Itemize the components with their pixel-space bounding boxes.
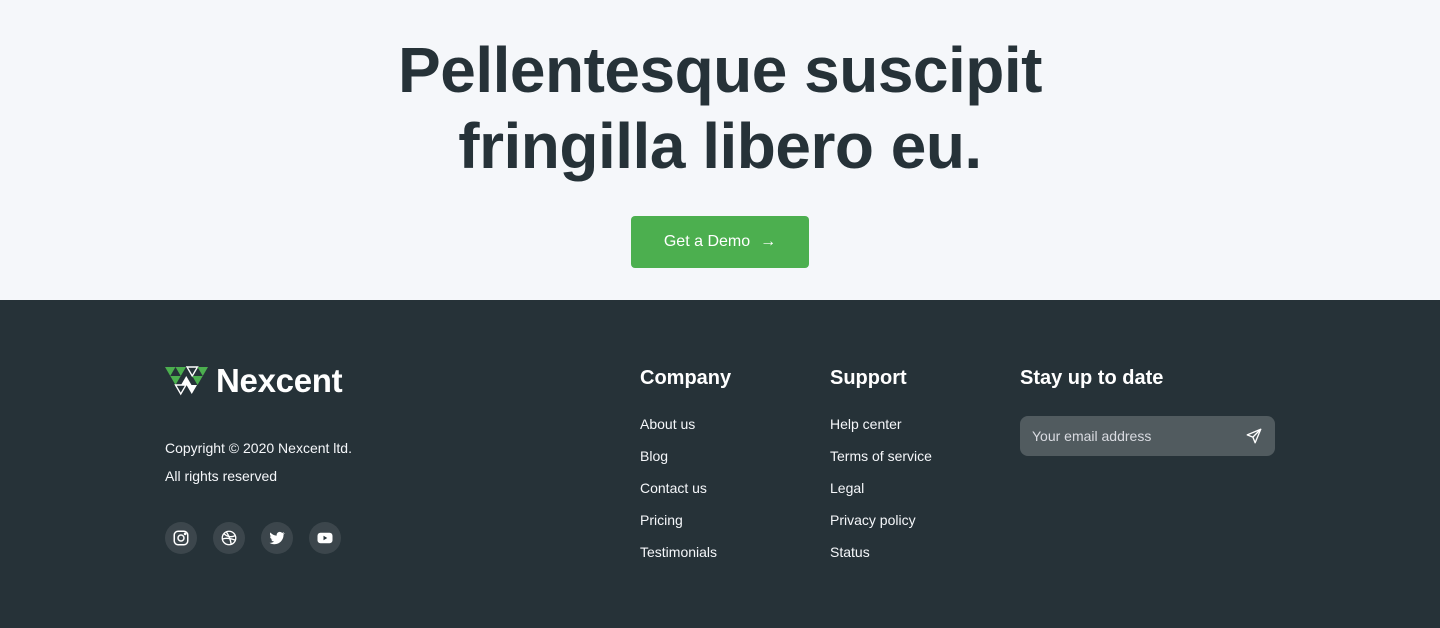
brand-logo[interactable]: Nexcent <box>165 362 343 400</box>
email-input[interactable] <box>1032 428 1222 444</box>
support-heading: Support <box>830 367 907 389</box>
cta-title: Pellentesque suscipit fringilla libero e… <box>0 32 1440 184</box>
cta-section: Pellentesque suscipit fringilla libero e… <box>0 0 1440 300</box>
support-column: Support Help center Terms of service Leg… <box>830 366 932 574</box>
dribbble-icon <box>221 530 237 546</box>
youtube-icon <box>317 532 333 544</box>
brand-name: Nexcent <box>216 362 343 399</box>
dribbble-link[interactable] <box>213 522 245 554</box>
footer-link-about[interactable]: About us <box>640 414 731 434</box>
get-demo-button[interactable]: Get a Demo → <box>631 216 809 268</box>
support-links: Help center Terms of service Legal Priva… <box>830 414 932 562</box>
footer-link-terms[interactable]: Terms of service <box>830 446 932 466</box>
arrow-right-icon: → <box>760 233 777 250</box>
copyright-line: Copyright © 2020 Nexcent ltd. <box>165 440 352 456</box>
send-icon <box>1246 428 1262 444</box>
cta-title-line-1: Pellentesque suscipit <box>398 34 1042 106</box>
send-button[interactable] <box>1245 427 1263 445</box>
footer-link-legal[interactable]: Legal <box>830 478 932 498</box>
social-links <box>165 522 341 554</box>
footer-link-privacy[interactable]: Privacy policy <box>830 510 932 530</box>
newsletter-column: Stay up to date <box>1020 366 1163 414</box>
twitter-icon <box>269 531 286 545</box>
get-demo-label: Get a Demo <box>663 233 751 250</box>
company-links: About us Blog Contact us Pricing Testimo… <box>640 414 731 562</box>
company-column: Company About us Blog Contact us Pricing… <box>640 366 731 574</box>
newsletter-form <box>1020 416 1275 456</box>
instagram-icon <box>173 530 189 546</box>
footer-link-testimonials[interactable]: Testimonials <box>640 542 731 562</box>
rights-line: All rights reserved <box>165 468 278 484</box>
cta-title-line-2: fringilla libero eu. <box>458 110 982 182</box>
footer-link-contact[interactable]: Contact us <box>640 478 731 498</box>
instagram-link[interactable] <box>165 522 197 554</box>
twitter-link[interactable] <box>261 522 293 554</box>
footer-link-help-center[interactable]: Help center <box>830 414 932 434</box>
company-heading: Company <box>640 367 732 389</box>
footer-link-pricing[interactable]: Pricing <box>640 510 731 530</box>
copyright: Copyright © 2020 Nexcent ltd. All rights… <box>165 434 352 490</box>
footer-link-status[interactable]: Status <box>830 542 932 562</box>
footer-link-blog[interactable]: Blog <box>640 446 731 466</box>
youtube-link[interactable] <box>309 522 341 554</box>
newsletter-heading: Stay up to date <box>1020 367 1164 389</box>
nexcent-logo-icon <box>165 366 208 396</box>
